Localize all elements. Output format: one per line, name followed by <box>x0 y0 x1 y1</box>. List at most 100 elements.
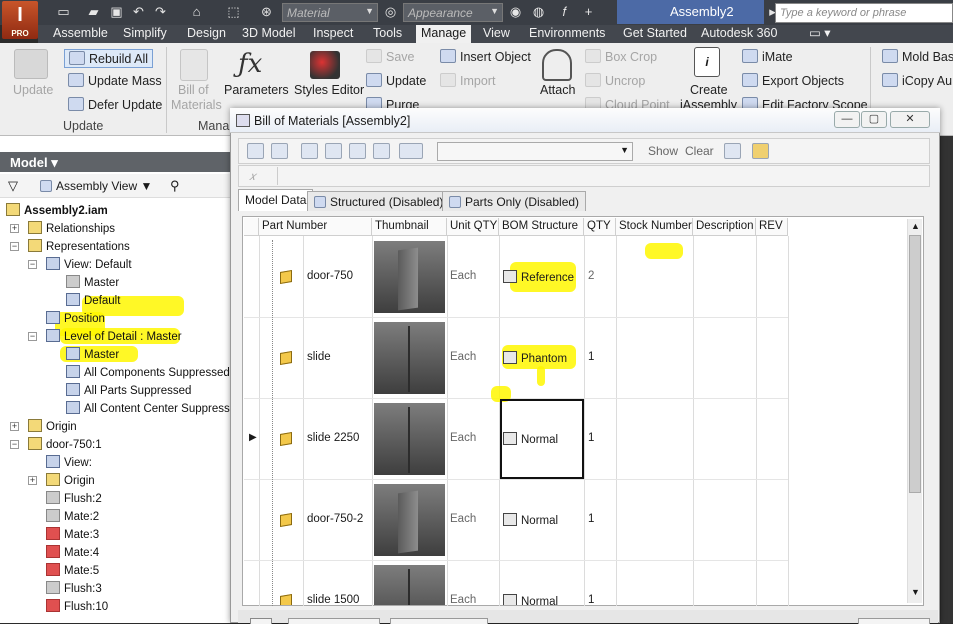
insert-object-button[interactable]: Insert Object <box>440 49 531 64</box>
table-row[interactable]: slide 1500 Each Normal 1 <box>243 561 907 605</box>
find-icon[interactable] <box>399 143 423 159</box>
tree-item-assembly[interactable]: Assembly2.iam <box>6 202 108 220</box>
column-header-description[interactable]: Description <box>693 218 756 236</box>
copy-icon[interactable] <box>373 143 390 159</box>
tree-item-flush-2[interactable]: Flush:2 <box>46 490 102 508</box>
column-header-unit-qty[interactable]: Unit QTY <box>447 218 499 236</box>
column-header-thumbnail[interactable]: Thumbnail <box>372 218 447 236</box>
tab-model-data[interactable]: Model Data <box>238 189 314 211</box>
column-header-part-number[interactable]: Part Number <box>259 218 372 236</box>
vertical-scrollbar[interactable]: ▲ ▼ <box>907 219 922 603</box>
tree-item-master-view[interactable]: Master <box>66 274 119 292</box>
expand-icon[interactable]: + <box>28 476 37 485</box>
cell-bom-structure[interactable]: Normal <box>503 513 558 527</box>
open-folder-icon[interactable]: ▰ <box>85 4 102 20</box>
collapse-icon[interactable]: − <box>10 242 19 251</box>
tree-item-relationships[interactable]: Relationships <box>28 220 115 238</box>
mold-base-button[interactable]: Mold Bas <box>882 49 953 64</box>
tree-item-master-lod[interactable]: Master <box>66 346 119 364</box>
tree-item-mate-2[interactable]: Mate:2 <box>46 508 99 526</box>
material-combo[interactable]: Material ▼ <box>282 3 378 22</box>
import-bom-icon[interactable] <box>247 143 264 159</box>
tab-tools[interactable]: Tools <box>368 25 407 43</box>
app-logo[interactable]: I PRO <box>2 1 38 39</box>
adjust-icon[interactable]: ◉ <box>507 4 524 20</box>
tab-view[interactable]: View <box>478 25 515 43</box>
tree-item-view[interactable]: View: <box>46 454 92 472</box>
tab-get-started[interactable]: Get Started <box>618 25 692 43</box>
minimize-button[interactable]: — <box>834 111 860 128</box>
footer-button[interactable] <box>288 618 380 624</box>
row-selector-icon[interactable]: ▶ <box>249 432 257 443</box>
table-settings-icon[interactable] <box>724 143 741 159</box>
tree-item-level-of-detail[interactable]: Level of Detail : Master <box>46 328 182 346</box>
tab-assemble[interactable]: Assemble <box>48 25 113 43</box>
tree-item-all-content-center-suppressed[interactable]: All Content Center Suppresse <box>66 400 230 418</box>
sort-ascending-icon[interactable] <box>301 143 318 159</box>
collapse-icon[interactable]: − <box>28 260 37 269</box>
tree-item-mate-5[interactable]: Mate:5 <box>46 562 99 580</box>
export-bom-icon[interactable] <box>271 143 288 159</box>
tree-item-default-view[interactable]: Default <box>66 292 120 310</box>
tree-item-mate-4[interactable]: Mate:4 <box>46 544 99 562</box>
update-mass-button[interactable]: Update Mass <box>68 73 162 88</box>
scroll-up-icon[interactable]: ▲ <box>911 221 920 231</box>
icopy-button[interactable]: iCopy Au <box>882 73 952 88</box>
update-style-button[interactable]: Update <box>366 73 426 88</box>
create-label-1[interactable]: Create <box>690 83 728 97</box>
save-style-button[interactable]: Save <box>366 49 415 64</box>
tree-item-representations[interactable]: Representations <box>28 238 130 256</box>
show-button[interactable]: Show <box>648 144 678 158</box>
imate-button[interactable]: iMate <box>742 49 793 64</box>
box-crop-button[interactable]: Box Crop <box>585 49 657 64</box>
clear-appearance-icon[interactable]: ◍ <box>530 4 547 20</box>
tree-item-position[interactable]: Position <box>46 310 105 328</box>
help-button[interactable] <box>250 618 272 624</box>
browser-header[interactable]: Model ▾ <box>0 152 232 172</box>
bom-label-2[interactable]: Materials <box>171 98 222 112</box>
plus-icon[interactable]: + <box>580 4 597 20</box>
column-header-qty[interactable]: QTY <box>584 218 616 236</box>
save-icon[interactable]: ▣ <box>108 4 125 20</box>
defer-update-button[interactable]: Defer Update <box>68 97 162 112</box>
tab-inspect[interactable]: Inspect <box>308 25 358 43</box>
expand-icon[interactable]: + <box>10 422 19 431</box>
tree-item-origin-sub[interactable]: Origin <box>46 472 95 490</box>
tab-simplify[interactable]: Simplify <box>118 25 172 43</box>
tree-item-door-750-1[interactable]: door-750:1 <box>28 436 102 454</box>
column-header-stock-number[interactable]: Stock Number <box>616 218 693 236</box>
filter-icon[interactable]: ▽ <box>8 178 18 194</box>
tab-3d-model[interactable]: 3D Model <box>237 25 301 43</box>
new-file-icon[interactable]: ▭ <box>55 4 72 20</box>
assembly-view-dropdown[interactable]: Assembly View ▼ <box>40 179 152 193</box>
tab-environments[interactable]: Environments <box>524 25 610 43</box>
maximize-button[interactable]: ▢ <box>861 111 887 128</box>
undo-icon[interactable]: ↶ <box>130 4 147 20</box>
clear-button[interactable]: Clear <box>685 144 714 158</box>
footer-button[interactable] <box>390 618 488 624</box>
tree-item-mate-3[interactable]: Mate:3 <box>46 526 99 544</box>
renumber-icon[interactable] <box>349 143 366 159</box>
column-header-bom-structure[interactable]: BOM Structure <box>499 218 584 236</box>
tree-item-view-default[interactable]: View: Default <box>46 256 132 274</box>
column-header-rev[interactable]: REV <box>756 218 788 236</box>
attach-button[interactable]: Attach <box>540 83 575 97</box>
tab-design[interactable]: Design <box>182 25 231 43</box>
collapse-icon[interactable]: − <box>10 440 19 449</box>
search-input[interactable]: Type a keyword or phrase <box>775 3 953 23</box>
view-combo[interactable]: ▼ <box>437 142 633 161</box>
footer-button[interactable] <box>858 618 930 624</box>
tree-item-all-parts-suppressed[interactable]: All Parts Suppressed <box>66 382 191 400</box>
select-icon[interactable]: ⬚ <box>225 4 242 20</box>
expand-icon[interactable]: + <box>10 224 19 233</box>
ribbon-options-icon[interactable]: ▭ ▾ <box>804 25 836 43</box>
rebuild-all-button[interactable]: Rebuild All <box>64 49 154 68</box>
cell-bom-structure[interactable]: Normal <box>503 594 558 605</box>
fx-icon[interactable]: 𝑓 <box>556 4 573 20</box>
cell-bom-structure[interactable]: Reference <box>503 270 574 284</box>
close-button[interactable]: ✕ <box>890 111 930 128</box>
tree-item-flush-3[interactable]: Flush:3 <box>46 580 102 598</box>
styles-editor-button[interactable]: Styles Editor <box>294 83 364 97</box>
parameters-button[interactable]: Parameters <box>224 83 289 97</box>
edit-icon[interactable] <box>752 143 769 159</box>
